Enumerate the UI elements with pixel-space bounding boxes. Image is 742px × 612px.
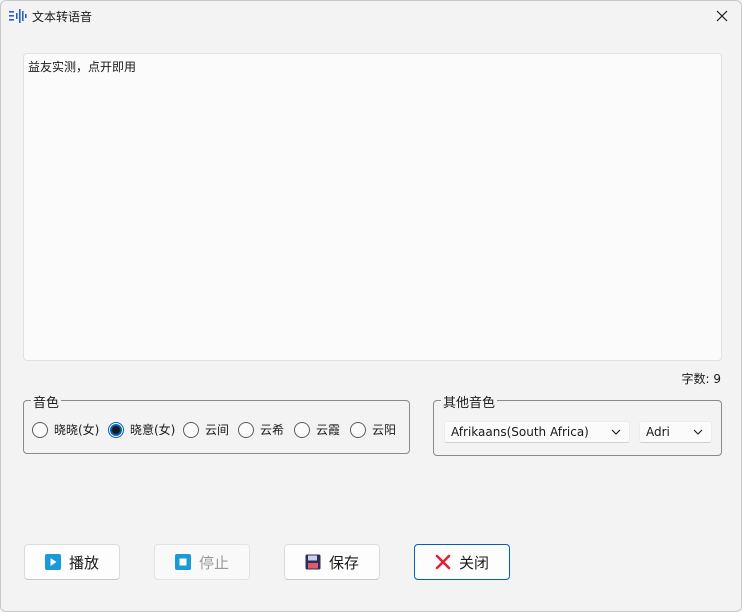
radio-label: 晓晓(女) — [54, 423, 100, 437]
radio-circle — [350, 421, 366, 438]
stop-button-label: 停止 — [198, 553, 229, 572]
save-button[interactable]: 保存 — [284, 544, 380, 580]
floppy-disk-icon — [305, 554, 321, 570]
voice-option-yunxia[interactable]: 云霞 — [294, 421, 340, 438]
language-select-value: Afrikaans(South Africa) — [451, 425, 589, 439]
close-icon — [716, 10, 728, 22]
stop-button[interactable]: 停止 — [154, 544, 250, 580]
voice-option-xiaoyi[interactable]: 晓意(女) — [108, 421, 175, 438]
other-voice-group: 其他音色 Afrikaans(South Africa) Adri — [433, 392, 722, 456]
close-x-icon — [435, 554, 451, 570]
window-close-button[interactable] — [709, 4, 735, 28]
radio-label: 云间 — [205, 423, 230, 437]
save-button-label: 保存 — [328, 553, 359, 572]
play-button[interactable]: 播放 — [24, 544, 120, 580]
voice-group: 音色 晓晓(女) 晓意(女) 云间 云希 云霞 云阳 — [23, 392, 410, 454]
radio-label: 云阳 — [372, 423, 397, 437]
window-title: 文本转语音 — [32, 10, 93, 24]
chevron-down-icon — [611, 429, 621, 435]
text-input[interactable] — [23, 53, 722, 361]
voice-select-value: Adri — [646, 425, 670, 439]
audio-wave-icon — [9, 9, 27, 23]
voice-select[interactable]: Adri — [639, 421, 712, 443]
voice-option-yunyang[interactable]: 云阳 — [350, 421, 396, 438]
tts-window: 文本转语音 字数: 9 音色 晓晓(女) 晓意(女) 云间 云希 云霞 — [0, 0, 742, 612]
language-select[interactable]: Afrikaans(South Africa) — [444, 421, 630, 443]
radio-label: 晓意(女) — [130, 423, 176, 437]
voice-option-yunjian[interactable]: 云间 — [183, 421, 229, 438]
radio-circle — [32, 421, 48, 438]
voice-option-xiaoxiao[interactable]: 晓晓(女) — [32, 421, 99, 438]
play-icon — [44, 554, 61, 570]
other-voice-legend: 其他音色 — [441, 392, 498, 411]
stop-icon — [174, 554, 191, 570]
radio-circle — [238, 421, 254, 438]
radio-label: 云希 — [260, 423, 285, 437]
close-button-label: 关闭 — [458, 553, 489, 572]
char-count: 字数: 9 — [681, 372, 722, 386]
voice-option-yunxi[interactable]: 云希 — [238, 421, 284, 438]
radio-circle — [294, 421, 310, 438]
radio-label: 云霞 — [316, 423, 341, 437]
radio-circle-checked — [108, 421, 124, 438]
title-bar: 文本转语音 — [1, 1, 741, 31]
close-button[interactable]: 关闭 — [414, 544, 510, 580]
voice-group-legend: 音色 — [31, 392, 62, 411]
chevron-down-icon — [693, 429, 703, 435]
radio-circle — [183, 421, 199, 438]
play-button-label: 播放 — [68, 553, 99, 572]
